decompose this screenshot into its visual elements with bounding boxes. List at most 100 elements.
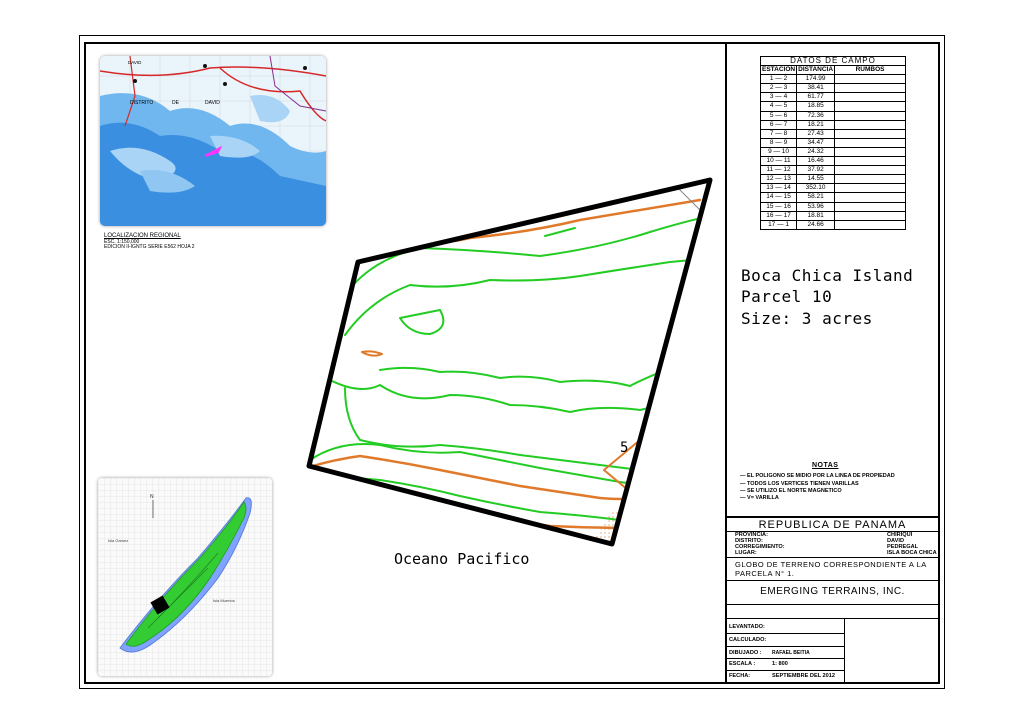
station-cell: 6 — 7 xyxy=(759,119,798,130)
station-cell: 11 — 12 xyxy=(759,165,798,176)
bearing-cell xyxy=(834,110,906,121)
bearing-cell xyxy=(834,83,906,94)
title-block-rule xyxy=(727,670,844,671)
table-row: 9 — 10 24.32 xyxy=(759,146,906,158)
distance-cell: 58.21 xyxy=(796,192,836,203)
table-row: 12 — 13 14.55 xyxy=(759,174,906,185)
table-row: 17 — 1 24.66 xyxy=(759,219,906,230)
table-row: 1 — 2 174.99 xyxy=(759,74,906,85)
bearing-cell xyxy=(834,165,906,176)
station-cell: 15 — 16 xyxy=(759,201,798,212)
lugar-label: LUGAR: xyxy=(735,550,757,556)
table-row: 5 — 6 72.36 xyxy=(759,110,906,121)
station-cell: 17 — 1 xyxy=(759,219,798,230)
distance-cell: 18.85 xyxy=(796,101,836,112)
title-block-vertical-rule xyxy=(844,618,845,682)
distance-cell: 16.46 xyxy=(796,156,836,167)
distance-cell: 38.41 xyxy=(796,83,836,94)
parcel-location-title: Boca Chica Island xyxy=(741,266,914,285)
fecha-value: SEPTIEMBRE DEL 2012 xyxy=(772,673,836,679)
regional-place-david-top: DAVID xyxy=(128,60,142,65)
distance-cell: 61.77 xyxy=(796,92,836,103)
field-table-body: 1 — 2 174.99 2 — 3 38.41 3 — 4 61.77 4 — 5 18.8… xyxy=(759,74,906,230)
table-row: 8 — 9 34.47 xyxy=(759,137,906,148)
station-cell: 1 — 2 xyxy=(759,74,798,85)
company-name: EMERGING TERRAINS, INC. xyxy=(760,586,905,597)
regional-location-map: DISTRITO DE DAVID DAVID xyxy=(100,56,326,226)
notes-title: NOTAS xyxy=(812,462,839,469)
parcel-number: Parcel 10 xyxy=(741,287,833,306)
distance-cell: 174.99 xyxy=(796,74,836,85)
title-block-rule xyxy=(727,658,844,659)
ocean-label: Oceano Pacifico xyxy=(394,550,530,568)
bearing-cell xyxy=(834,146,906,158)
distance-cell: 24.32 xyxy=(796,146,836,158)
republic-title: REPUBLICA DE PANAMA xyxy=(758,519,907,531)
title-block-top-rule xyxy=(727,516,938,518)
note-item: — TODOS LOS VERTICES TIENEN VARILLAS xyxy=(740,481,859,487)
regional-map-caption: LOCALIZACION REGIONAL ESC. 1:150,000 EDI… xyxy=(104,233,195,251)
dibujado-value: RAFAEL BEITIA xyxy=(772,650,810,656)
title-block-rule xyxy=(727,618,938,619)
title-block-rule xyxy=(727,580,938,581)
station-cell: 12 — 13 xyxy=(759,174,798,185)
station-cell: 4 — 5 xyxy=(759,101,798,112)
title-block-rule xyxy=(727,557,938,558)
station-cell: 2 — 3 xyxy=(759,83,798,94)
bearing-cell xyxy=(834,192,906,203)
bearing-cell xyxy=(834,174,906,185)
station-cell: 10 — 11 xyxy=(759,156,798,167)
station-cell: 5 — 6 xyxy=(759,110,798,121)
bearing-cell xyxy=(834,128,906,139)
col-header-estacion: ESTACION xyxy=(759,65,798,76)
parcel-size: Size: 3 acres xyxy=(741,309,873,328)
table-row: 6 — 7 18.21 xyxy=(759,119,906,130)
station-cell: 8 — 9 xyxy=(759,137,798,148)
regional-place-distrito: DISTRITO xyxy=(130,100,153,106)
note-item: — V= VARILLA xyxy=(740,495,779,501)
col-header-rumbos: RUMBOS xyxy=(834,65,906,76)
station-cell: 9 — 10 xyxy=(759,146,798,158)
table-row: 15 — 16 53.96 xyxy=(759,201,906,212)
island-label-muertos: Isla Muertos xyxy=(213,598,235,603)
contour-label: 5 xyxy=(620,440,628,456)
globo-description: GLOBO DE TERRENO CORRESPONDIENTE A LA PA… xyxy=(735,560,927,578)
bearing-cell xyxy=(834,201,906,212)
island-label-gamez: Isla Gamez xyxy=(108,538,128,543)
station-cell: 16 — 17 xyxy=(759,210,798,221)
levantado-label: LEVANTADO: xyxy=(729,624,765,630)
bearing-cell xyxy=(834,74,906,85)
table-row: 4 — 5 18.85 xyxy=(759,101,906,112)
station-cell: 3 — 4 xyxy=(759,92,798,103)
note-item: — SE UTILIZO EL NORTE MAGNETICO xyxy=(740,488,842,494)
title-block-rule xyxy=(727,604,938,605)
regional-place-de: DE xyxy=(172,100,180,106)
distance-cell: 37.92 xyxy=(796,165,836,176)
table-row: 10 — 11 16.46 xyxy=(759,156,906,167)
regional-place-david: DAVID xyxy=(205,100,220,106)
bearing-cell xyxy=(834,101,906,112)
station-cell: 13 — 14 xyxy=(759,183,798,194)
station-cell: 14 — 15 xyxy=(759,192,798,203)
distance-cell: 27.43 xyxy=(796,128,836,139)
table-row: 7 — 8 27.43 xyxy=(759,128,906,139)
field-table-title: DATOS DE CAMPO xyxy=(760,55,906,67)
title-block: REPUBLICA DE PANAMA PROVINCIA: CHIRIQUI … xyxy=(727,516,938,682)
table-row: 2 — 3 38.41 xyxy=(759,83,906,94)
distance-cell: 24.66 xyxy=(796,219,836,230)
fecha-label: FECHA: xyxy=(729,673,751,679)
distance-cell: 352.10 xyxy=(796,183,836,194)
island-overview-map: N Isla Gamez Isla Muertos xyxy=(98,478,272,676)
lugar-value: ISLA BOCA CHICA xyxy=(887,550,937,556)
parcel-boundary xyxy=(306,177,713,547)
distance-cell: 18.81 xyxy=(796,210,836,221)
bearing-cell xyxy=(834,92,906,103)
bearing-cell xyxy=(834,119,906,130)
dibujado-label: DIBUJADO : xyxy=(729,650,762,656)
parcel-topographic-drawing: 5 xyxy=(306,177,713,547)
table-row: 14 — 15 58.21 xyxy=(759,192,906,203)
table-row: 16 — 17 18.81 xyxy=(759,210,906,221)
escala-label: ESCALA : xyxy=(729,661,756,667)
table-row: 11 — 12 37.92 xyxy=(759,165,906,176)
station-cell: 7 — 8 xyxy=(759,128,798,139)
